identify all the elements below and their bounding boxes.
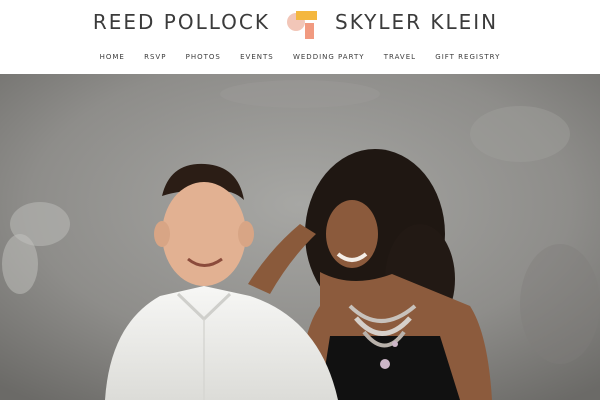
couple-photo — [0, 74, 600, 400]
main-nav: HOME RSVP PHOTOS EVENTS WEDDING PARTY TR… — [0, 53, 600, 61]
couple-names: REED POLLOCK SKYLER KLEIN — [0, 8, 600, 39]
abstract-shapes-logo-icon[interactable] — [284, 8, 322, 42]
nav-travel[interactable]: TRAVEL — [384, 53, 416, 61]
nav-wedding-party[interactable]: WEDDING PARTY — [293, 53, 365, 61]
right-name: SKYLER KLEIN — [335, 10, 499, 34]
site-header: REED POLLOCK SKYLER KLEIN HOME RSVP PHOT… — [0, 0, 600, 74]
nav-rsvp[interactable]: RSVP — [144, 53, 166, 61]
hero-photo — [0, 74, 600, 400]
nav-gift-registry[interactable]: GIFT REGISTRY — [435, 53, 500, 61]
nav-events[interactable]: EVENTS — [240, 53, 274, 61]
nav-home[interactable]: HOME — [100, 53, 125, 61]
left-name: REED POLLOCK — [92, 10, 270, 34]
nav-photos[interactable]: PHOTOS — [186, 53, 221, 61]
